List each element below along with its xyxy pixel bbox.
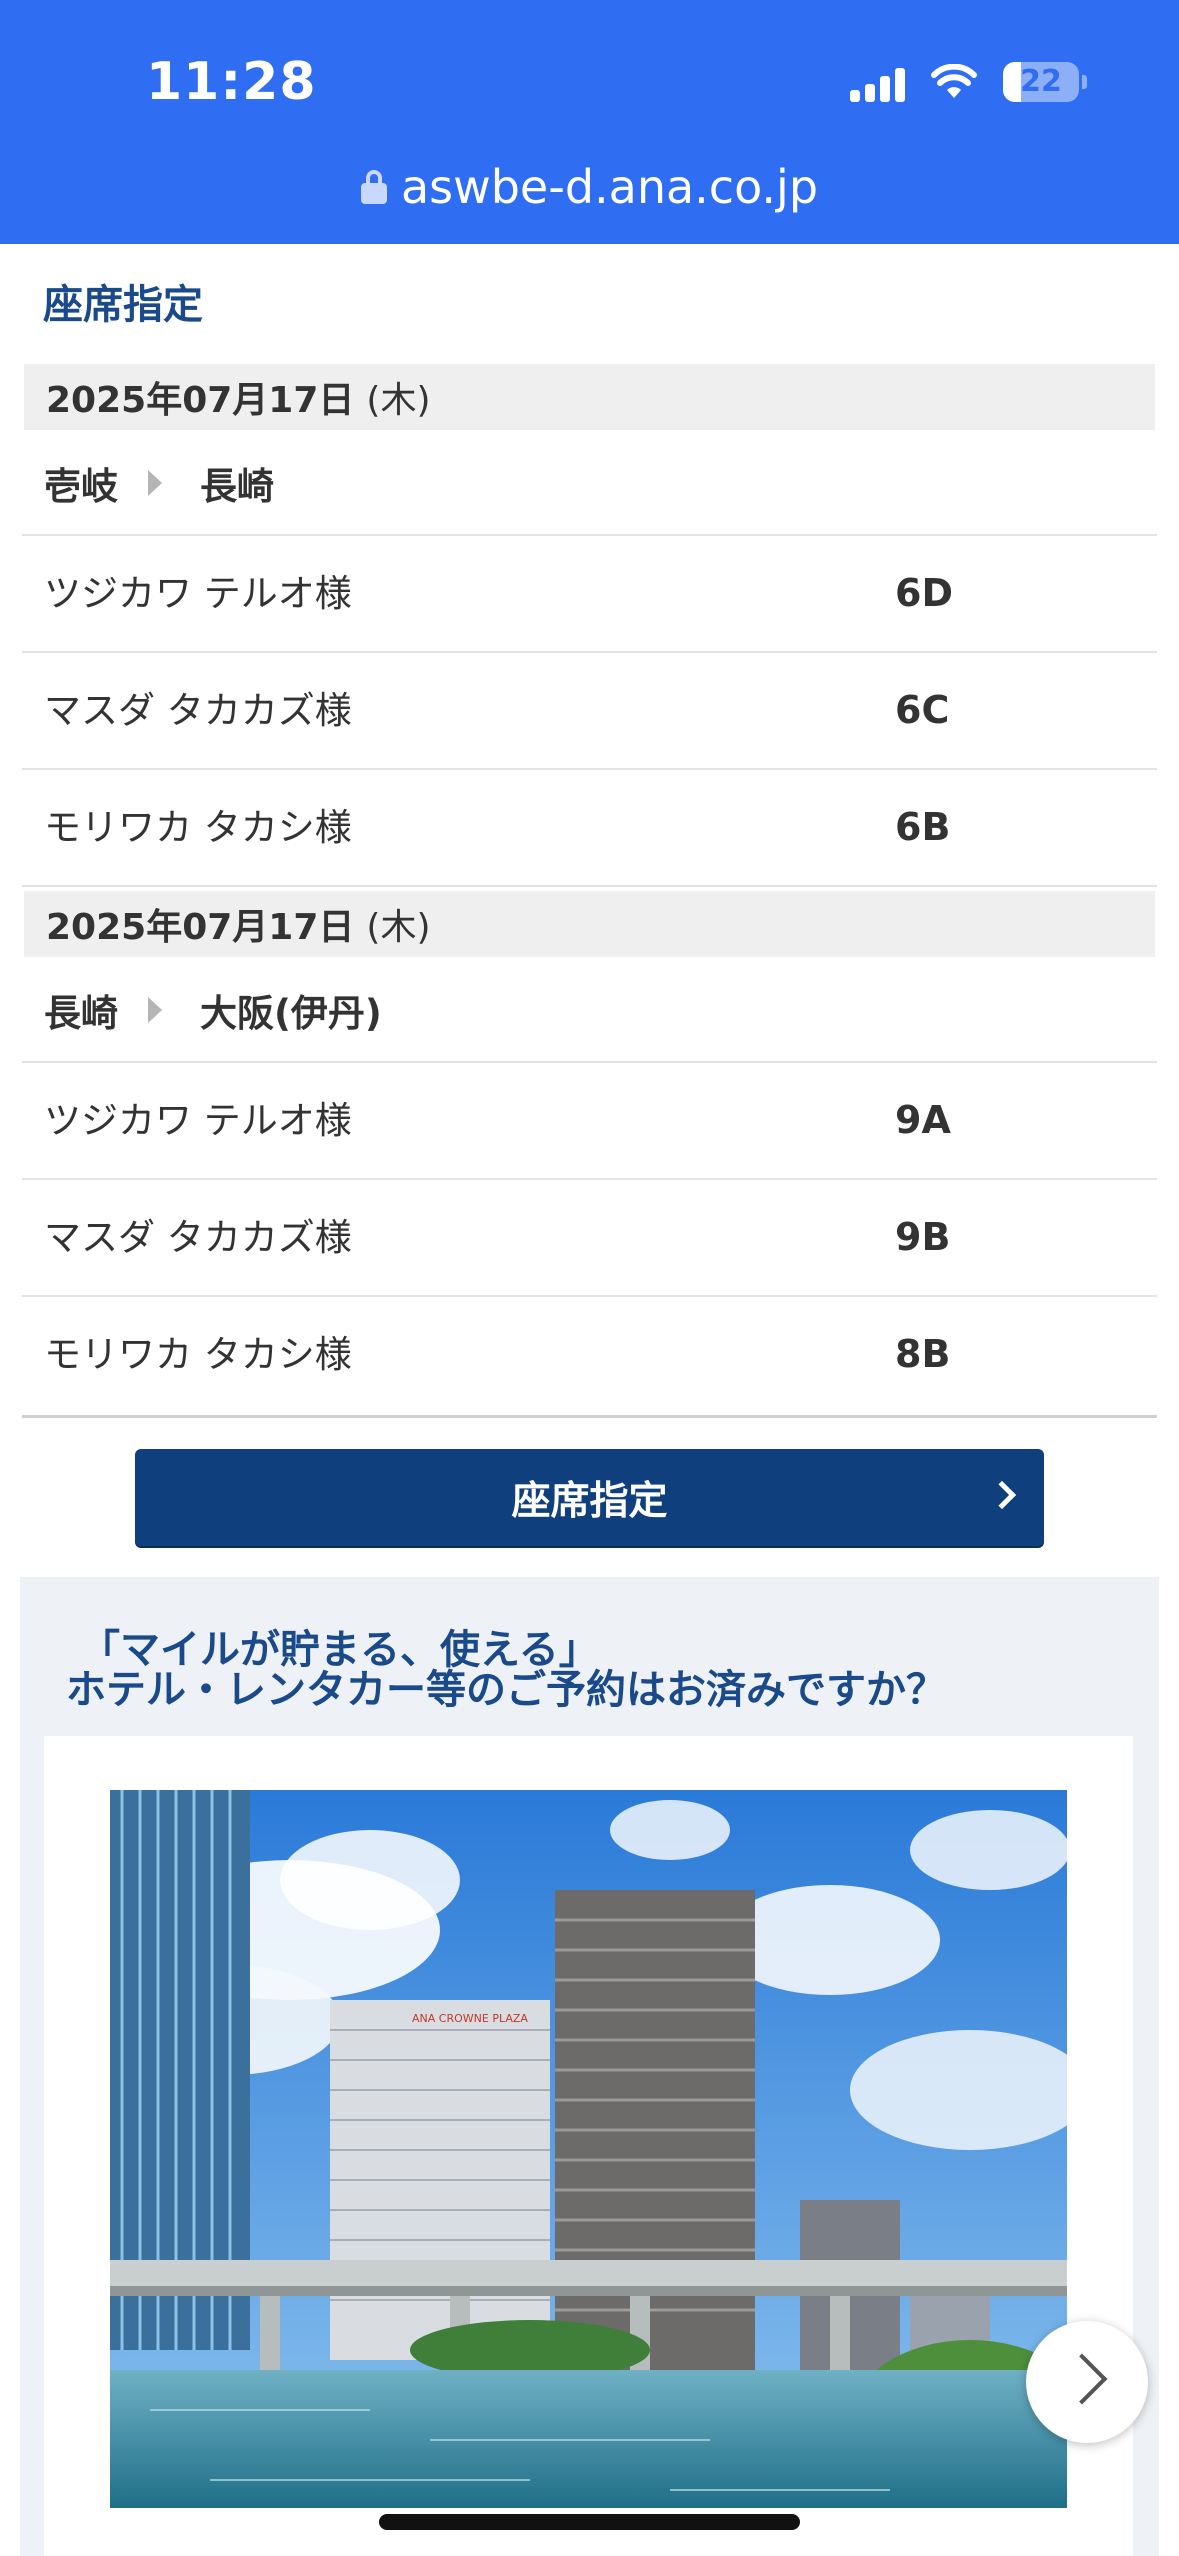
passenger-row: モリワカ タカシ様 6B <box>22 770 1157 887</box>
passenger-name: マスダ タカカズ様 <box>44 689 352 732</box>
lock-icon <box>360 170 387 204</box>
passenger-name: モリワカ タカシ様 <box>44 806 352 849</box>
passenger-seat: 8B <box>895 1332 951 1376</box>
passenger-row: ツジカワ テルオ様 6D <box>22 536 1157 653</box>
home-indicator[interactable] <box>379 2514 800 2530</box>
passenger-name: ツジカワ テルオ様 <box>44 572 352 615</box>
passenger-seat: 9A <box>895 1098 951 1142</box>
chevron-right-icon <box>987 1480 1017 1510</box>
passenger-row: マスダ タカカズ様 9B <box>22 1180 1157 1297</box>
passenger-row: マスダ タカカズ様 6C <box>22 653 1157 770</box>
segment-weekday: (木) <box>366 380 431 421</box>
carousel-next-button[interactable] <box>1026 2321 1148 2443</box>
passenger-seat: 6D <box>895 571 953 615</box>
segment-date: 2025年07月17日 <box>46 380 355 421</box>
passenger-name: マスダ タカカズ様 <box>44 1216 352 1259</box>
passenger-seat: 9B <box>895 1215 951 1259</box>
route-arrow-icon <box>148 997 162 1023</box>
list-divider <box>22 1415 1157 1418</box>
segment-route: 長崎 大阪(伊丹) <box>22 959 1157 1063</box>
status-time: 11:28 <box>146 52 317 112</box>
status-icons: 22 <box>850 62 1087 102</box>
segment-weekday: (木) <box>366 907 431 948</box>
address-bar[interactable]: aswbe-d.ana.co.jp <box>0 160 1179 214</box>
page-title: 座席指定 <box>43 282 203 328</box>
battery-level: 22 <box>1020 64 1062 99</box>
url-text: aswbe-d.ana.co.jp <box>400 160 819 214</box>
seat-selection-button-label: 座席指定 <box>511 1478 668 1524</box>
passenger-row: ツジカワ テルオ様 9A <box>22 1063 1157 1180</box>
promo-section: 「マイルが貯まる、使える」 ホテル・レンタカー等のご予約はお済みですか？ ANA… <box>20 1577 1159 2556</box>
hotel-sign-text: ANA CROWNE PLAZA <box>412 2012 528 2025</box>
segment-date-bar: 2025年07月17日 (木) <box>24 891 1155 957</box>
seat-selection-button[interactable]: 座席指定 <box>135 1449 1044 1546</box>
route-destination: 長崎 <box>200 465 274 508</box>
passenger-row: モリワカ タカシ様 8B <box>22 1297 1157 1414</box>
route-origin: 壱岐 <box>44 465 118 508</box>
route-destination: 大阪(伊丹) <box>200 992 382 1035</box>
hotel-photo-illustration: ANA CROWNE PLAZA <box>110 1790 1067 2508</box>
cellular-signal-icon <box>850 62 905 102</box>
passenger-seat: 6C <box>895 688 950 732</box>
passenger-name: ツジカワ テルオ様 <box>44 1099 352 1142</box>
wifi-icon <box>931 64 977 98</box>
promo-carousel-card[interactable]: ANA CROWNE PLAZA <box>44 1736 1133 2556</box>
promo-heading-line2: ホテル・レンタカー等のご予約はお済みですか？ <box>66 1667 946 1713</box>
promo-hotel-photo[interactable]: ANA CROWNE PLAZA <box>110 1790 1067 2508</box>
passenger-seat: 6B <box>895 805 951 849</box>
route-arrow-icon <box>148 470 162 496</box>
segment-date-bar: 2025年07月17日 (木) <box>24 364 1155 430</box>
chevron-right-icon <box>1056 2353 1108 2405</box>
battery-icon: 22 <box>1003 62 1087 102</box>
route-origin: 長崎 <box>44 992 118 1035</box>
passenger-name: モリワカ タカシ様 <box>44 1333 352 1376</box>
segment-route: 壱岐 長崎 <box>22 432 1157 536</box>
browser-top-bar: 11:28 22 aswbe-d.ana.co.jp <box>0 0 1179 244</box>
segment-date: 2025年07月17日 <box>46 907 355 948</box>
